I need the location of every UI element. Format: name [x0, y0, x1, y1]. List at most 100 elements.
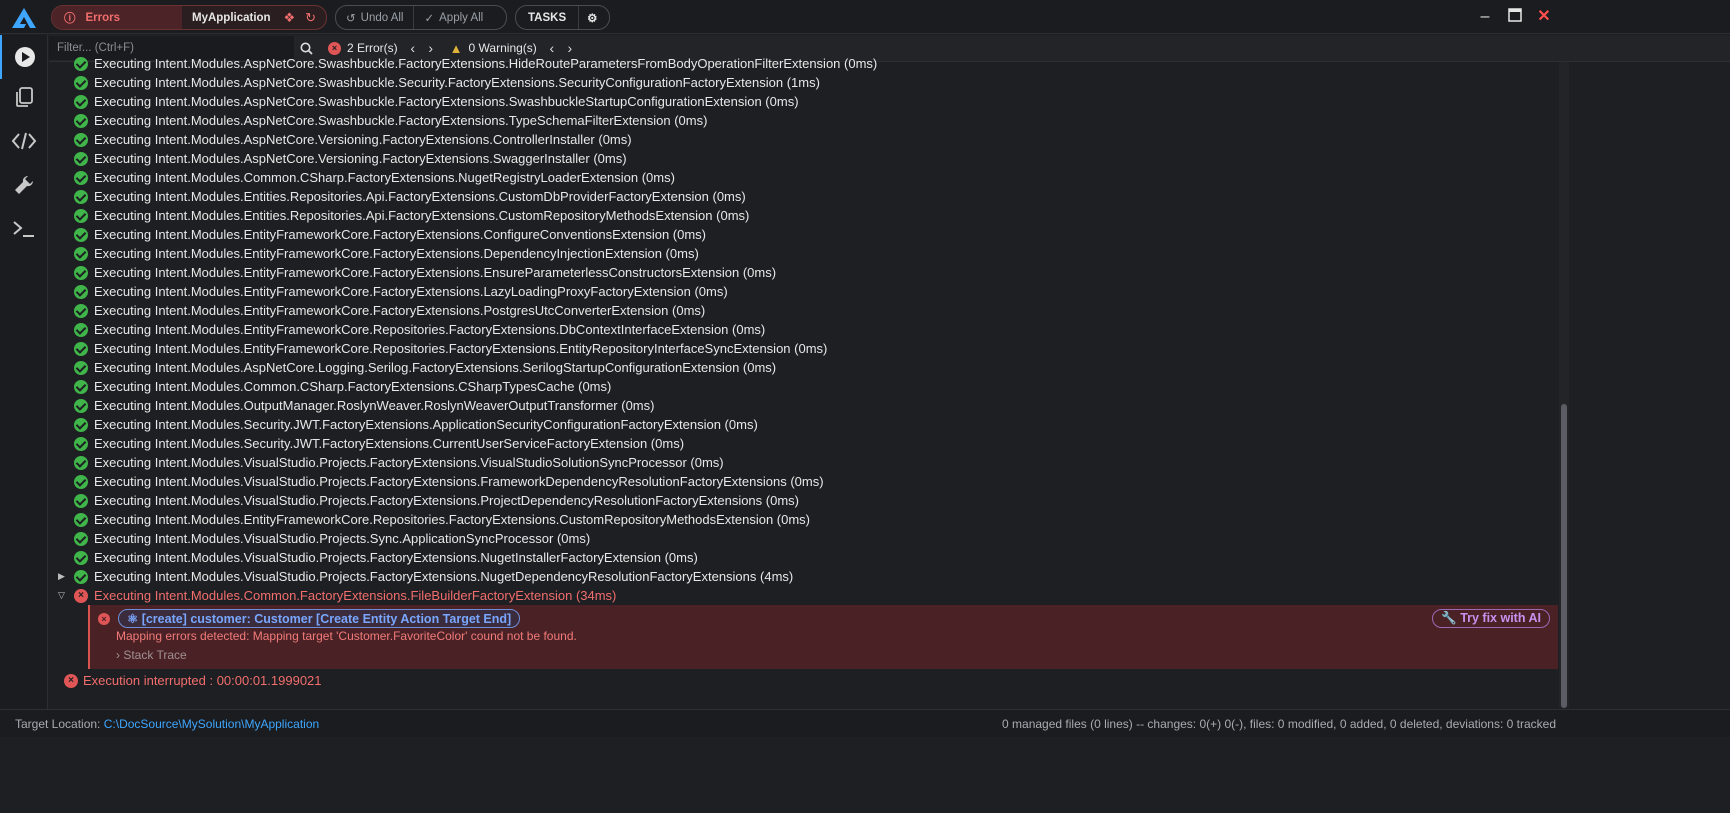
log-row[interactable]: Executing Intent.Modules.Security.JWT.Fa…: [49, 415, 1559, 434]
minimize-icon[interactable]: –: [1476, 8, 1494, 26]
undo-all-label: Undo All: [360, 11, 404, 24]
tasks-button[interactable]: TASKS: [516, 6, 578, 29]
success-check-icon: [74, 531, 88, 546]
success-check-icon: [74, 436, 88, 451]
log-row[interactable]: Executing Intent.Modules.AspNetCore.Swas…: [49, 54, 1559, 73]
log-row-text: Executing Intent.Modules.Common.CSharp.F…: [94, 379, 612, 394]
log-row[interactable]: Executing Intent.Modules.EntityFramework…: [49, 510, 1559, 529]
maximize-icon[interactable]: [1506, 8, 1524, 26]
try-fix-with-ai-button[interactable]: 🔧 Try fix with AI: [1432, 609, 1550, 628]
log-row-text: Executing Intent.Modules.AspNetCore.Swas…: [94, 113, 708, 128]
log-row-text: Executing Intent.Modules.VisualStudio.Pr…: [94, 474, 824, 489]
log-row[interactable]: Executing Intent.Modules.AspNetCore.Swas…: [49, 111, 1559, 130]
log-row[interactable]: Executing Intent.Modules.EntityFramework…: [49, 244, 1559, 263]
undo-all-button[interactable]: ↺ Undo All: [336, 6, 413, 29]
log-row[interactable]: Executing Intent.Modules.EntityFramework…: [49, 320, 1559, 339]
scrollbar-thumb[interactable]: [1561, 404, 1567, 708]
success-check-icon: [74, 493, 88, 508]
log-row[interactable]: Executing Intent.Modules.OutputManager.R…: [49, 396, 1559, 415]
errors-count[interactable]: × 2 Error(s): [328, 41, 398, 55]
element-link-tag[interactable]: ⚛ [create] customer: Customer [Create En…: [118, 609, 521, 628]
error-status-icon: ×: [74, 588, 88, 603]
log-row[interactable]: Executing Intent.Modules.AspNetCore.Vers…: [49, 149, 1559, 168]
success-check-icon: [74, 417, 88, 432]
log-row[interactable]: ▶ Executing Intent.Modules.VisualStudio.P…: [49, 567, 1559, 586]
log-row-text: Executing Intent.Modules.VisualStudio.Pr…: [94, 455, 724, 470]
stack-trace-toggle[interactable]: › Stack Trace: [116, 648, 187, 662]
success-check-icon: [74, 208, 88, 223]
target-location-link[interactable]: C:\DocSource\MySolution\MyApplication: [104, 717, 319, 731]
bug-icon[interactable]: ❖: [283, 10, 295, 26]
log-row-text: Executing Intent.Modules.Common.FactoryE…: [94, 588, 617, 603]
success-check-icon: [74, 56, 88, 71]
target-location-label: Target Location:: [15, 717, 101, 731]
success-check-icon: [74, 303, 88, 318]
log-row[interactable]: Executing Intent.Modules.AspNetCore.Vers…: [49, 130, 1559, 149]
log-row[interactable]: Executing Intent.Modules.Common.CSharp.F…: [49, 377, 1559, 396]
close-icon[interactable]: ✕: [1535, 8, 1553, 26]
success-check-icon: [74, 398, 88, 413]
log-row-error[interactable]: ▽ × Executing Intent.Modules.Common.Fact…: [49, 586, 1559, 605]
tasks-group: TASKS ⚙: [515, 5, 610, 30]
expand-chevron-icon[interactable]: ▶: [49, 571, 74, 582]
success-check-icon: [74, 246, 88, 261]
refresh-icon[interactable]: ↻: [305, 10, 316, 26]
success-check-icon: [74, 284, 88, 299]
log-row[interactable]: Executing Intent.Modules.EntityFramework…: [49, 339, 1559, 358]
log-row-text: Executing Intent.Modules.Security.JWT.Fa…: [94, 436, 685, 451]
log-row[interactable]: Executing Intent.Modules.VisualStudio.Pr…: [49, 472, 1559, 491]
apply-all-button[interactable]: ✓ Apply All: [413, 6, 493, 29]
success-check-icon: [74, 360, 88, 375]
success-check-icon: [74, 550, 88, 565]
undo-icon: ↺: [346, 12, 356, 25]
log-row[interactable]: Executing Intent.Modules.VisualStudio.Pr…: [49, 491, 1559, 510]
success-check-icon: [74, 322, 88, 337]
sidebar-item-terminal[interactable]: [0, 207, 48, 251]
log-row[interactable]: Executing Intent.Modules.Common.CSharp.F…: [49, 168, 1559, 187]
success-check-icon: [74, 455, 88, 470]
log-row[interactable]: Executing Intent.Modules.AspNetCore.Swas…: [49, 73, 1559, 92]
settings-gear-icon[interactable]: ⚙: [578, 6, 605, 29]
success-check-icon: [74, 227, 88, 242]
log-row[interactable]: Executing Intent.Modules.Security.JWT.Fa…: [49, 434, 1559, 453]
error-message: Mapping errors detected: Mapping target …: [116, 629, 577, 643]
log-row[interactable]: Executing Intent.Modules.VisualStudio.Pr…: [49, 453, 1559, 472]
sidebar-item-run[interactable]: [0, 35, 48, 79]
log-row-text: Executing Intent.Modules.AspNetCore.Swas…: [94, 94, 799, 109]
sidebar-item-files[interactable]: [0, 75, 48, 119]
log-row-text: Executing Intent.Modules.EntityFramework…: [94, 227, 706, 242]
log-row[interactable]: Executing Intent.Modules.EntityFramework…: [49, 282, 1559, 301]
application-name[interactable]: MyApplication: [182, 12, 283, 24]
terminal-icon: [13, 221, 34, 237]
log-row[interactable]: Executing Intent.Modules.VisualStudio.Pr…: [49, 529, 1559, 548]
log-row[interactable]: Executing Intent.Modules.AspNetCore.Swas…: [49, 92, 1559, 111]
success-check-icon: [74, 151, 88, 166]
try-fix-label: Try fix with AI: [1460, 611, 1541, 625]
title-bar: ⓘ Errors MyApplication ❖ ↻ ↺ Undo All ✓ …: [0, 0, 1730, 34]
app-logo-icon: [12, 8, 36, 28]
success-check-icon: [74, 512, 88, 527]
log-row[interactable]: Executing Intent.Modules.Entities.Reposi…: [49, 206, 1559, 225]
log-row-text: Executing Intent.Modules.OutputManager.R…: [94, 398, 655, 413]
search-icon[interactable]: [294, 42, 318, 55]
errors-pill[interactable]: ⓘ Errors MyApplication ❖ ↻: [51, 5, 327, 30]
success-check-icon: [74, 379, 88, 394]
sidebar: [0, 35, 48, 777]
sidebar-item-code[interactable]: [0, 119, 48, 163]
log-row-text: Executing Intent.Modules.VisualStudio.Pr…: [94, 569, 794, 584]
sidebar-item-tools[interactable]: [0, 163, 48, 207]
log-row[interactable]: Executing Intent.Modules.AspNetCore.Logg…: [49, 358, 1559, 377]
errors-label: Errors: [85, 11, 121, 24]
log-row[interactable]: Executing Intent.Modules.VisualStudio.Pr…: [49, 548, 1559, 567]
log-row[interactable]: Executing Intent.Modules.Entities.Reposi…: [49, 187, 1559, 206]
target-location: Target Location: C:\DocSource\MySolution…: [15, 717, 319, 731]
success-check-icon: [74, 113, 88, 128]
collapse-chevron-icon[interactable]: ▽: [49, 590, 74, 601]
errors-toggle[interactable]: ⓘ Errors: [52, 6, 182, 29]
log-row[interactable]: Executing Intent.Modules.EntityFramework…: [49, 263, 1559, 282]
log-row-text: Executing Intent.Modules.EntityFramework…: [94, 512, 811, 527]
log-row-text: Executing Intent.Modules.EntityFramework…: [94, 322, 766, 337]
element-link-label: [create] customer: Customer [Create Enti…: [141, 612, 512, 626]
log-row[interactable]: Executing Intent.Modules.EntityFramework…: [49, 301, 1559, 320]
log-row[interactable]: Executing Intent.Modules.EntityFramework…: [49, 225, 1559, 244]
